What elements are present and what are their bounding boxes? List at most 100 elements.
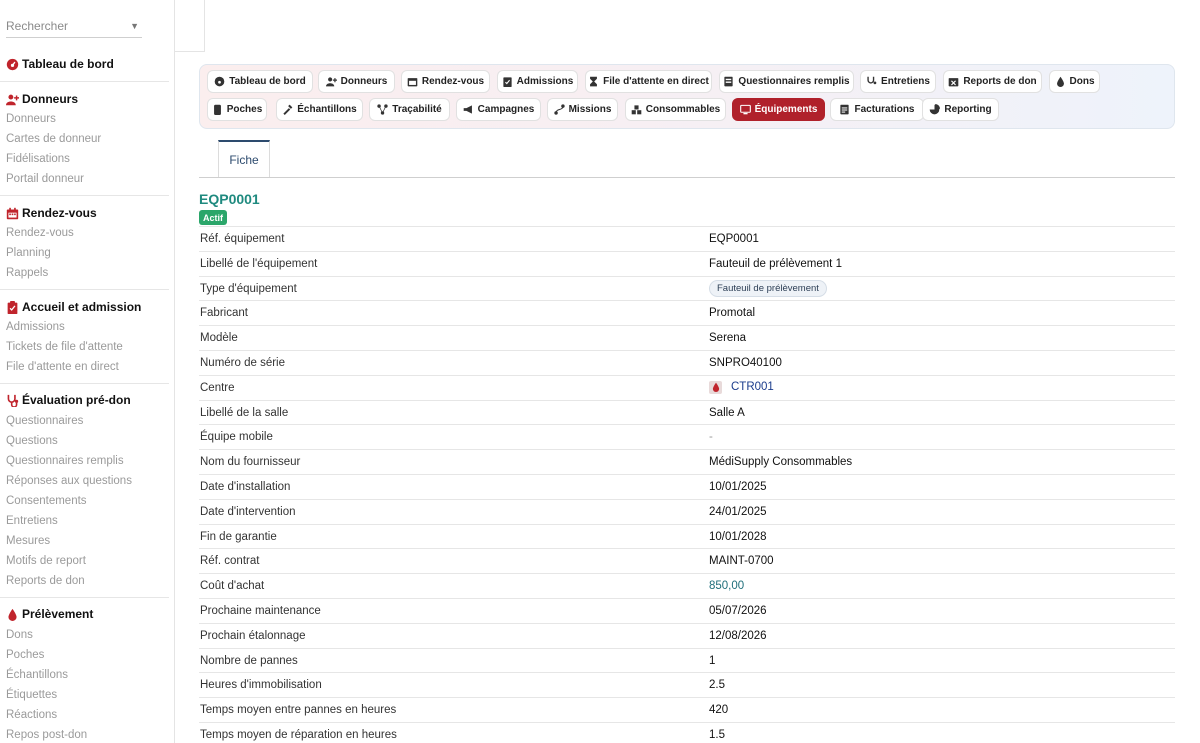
user-plus-icon [325,76,337,87]
stethoscope-icon [6,394,19,407]
sidebar-item[interactable]: Étiquettes [6,689,57,701]
tab-9[interactable]: Poches [207,98,267,121]
megaphone-icon [463,104,474,115]
divider [0,195,169,196]
field-value: 850,00 [709,580,745,593]
field-label: Fin de garantie [200,530,277,543]
sidebar-item[interactable]: Questionnaires remplis [6,455,124,467]
field-value: - [709,431,713,444]
tab-fiche[interactable]: Fiche [218,140,270,178]
drop-icon [6,608,19,621]
calendar-x-icon [948,76,959,87]
sidebar-item[interactable]: Planning [6,247,51,259]
sidebar-item[interactable]: Dons [6,629,33,641]
field-label: Date d'installation [200,481,291,493]
caret-down-icon: ▼ [130,20,139,31]
sidebar-item[interactable]: Cartes de donneur [6,133,101,145]
tab-label: Donneurs [340,76,388,87]
tab-1[interactable]: Donneurs [318,70,395,93]
field-row: Date d'installation 10/01/2025 [199,474,1175,499]
sidebar-item[interactable]: Tickets de file d'attente [6,341,123,353]
field-value: 12/08/2026 [709,629,767,642]
field-label: Modèle [200,332,238,345]
type-chip: Fauteuil de prélèvement [709,279,827,297]
sidebar-item[interactable]: Rendez-vous [6,227,74,239]
boxes-icon [631,104,642,115]
monitor-icon [739,104,751,115]
hourglass-icon [588,76,599,87]
sidebar-item[interactable]: Poches [6,649,44,661]
tab-10[interactable]: Échantillons [276,98,363,121]
tab-17[interactable]: Reporting [922,98,999,121]
tab-5[interactable]: Questionnaires remplis [719,70,854,93]
field-value: SNPRO40100 [709,357,782,369]
field-label: Réf. contrat [200,555,260,568]
form-icon [723,76,734,87]
tab-0[interactable]: Tableau de bord [207,70,313,93]
sidebar-item[interactable]: Réponses aux questions [6,475,132,487]
tab-label: Dons [1069,76,1095,87]
centre-link[interactable]: CTR001 [709,380,774,394]
section-title: Accueil et admission [22,300,142,314]
clipboard-icon [502,76,513,87]
field-value: MAINT-0700 [709,555,774,568]
tab-label: Campagnes [477,104,535,115]
sidebar-toggle-area [175,0,205,52]
field-row: Équipe mobile - [199,424,1175,449]
tab-11[interactable]: Traçabilité [369,98,450,121]
sidebar-item[interactable]: Questions [6,435,58,447]
sidebar-item[interactable]: Consentements [6,495,87,507]
tab-7[interactable]: Reports de don [943,70,1042,93]
tab-16[interactable]: Facturations [830,98,924,121]
tab-label: Consommables [645,104,721,115]
tab-label: Facturations [854,104,915,115]
sidebar: Rechercher ▼ Tableau de bord Donneurs Do… [0,0,175,743]
sidebar-item[interactable]: Échantillons [6,669,68,681]
calendar-icon [407,76,418,87]
sidebar-item[interactable]: Motifs de report [6,555,86,567]
tab-8[interactable]: Dons [1049,70,1100,93]
field-row: Fabricant Promotal [199,300,1175,325]
field-value: Fauteuil de prélèvement 1 [709,257,842,270]
sidebar-item[interactable]: Fidélisations [6,153,70,165]
field-row: Temps moyen de réparation en heures 1.5 [199,722,1175,743]
drop-icon [709,380,722,394]
field-value: 10/01/2025 [709,481,767,493]
field-label: Centre [200,381,235,394]
field-label: Prochain étalonnage [200,629,306,642]
sidebar-dashboard[interactable]: Tableau de bord [6,57,114,71]
sidebar-section-prelevement: Prélèvement [6,607,93,621]
sidebar-item[interactable]: File d'attente en direct [6,361,119,373]
sidebar-item[interactable]: Réactions [6,709,57,721]
tab-4[interactable]: File d'attente en direct [585,70,712,93]
field-row: Nombre de pannes 1 [199,647,1175,673]
tab-6[interactable]: Entretiens [860,70,936,93]
sidebar-item[interactable]: Entretiens [6,515,58,527]
sidebar-item[interactable]: Mesures [6,535,50,547]
stethoscope-icon [866,76,877,87]
record-title: EQP0001 [199,191,260,207]
sidebar-item[interactable]: Repos post-don [6,729,87,741]
field-row: Prochaine maintenance 05/07/2026 [199,598,1175,623]
tab-13[interactable]: Missions [547,98,618,121]
tab-2[interactable]: Rendez-vous [401,70,490,93]
sidebar-item[interactable]: Rappels [6,267,48,279]
search-select[interactable]: Rechercher ▼ [6,14,142,38]
field-row: Fin de garantie 10/01/2028 [199,523,1175,549]
field-value: Salle A [709,406,745,419]
tab-12[interactable]: Campagnes [456,98,541,121]
tab-15[interactable]: Équipements [732,98,825,121]
gauge-icon [214,76,225,87]
sidebar-item[interactable]: Reports de don [6,575,85,587]
sidebar-item[interactable]: Admissions [6,321,65,333]
tab-14[interactable]: Consommables [625,98,726,121]
tab-3[interactable]: Admissions [497,70,578,93]
sidebar-item[interactable]: Donneurs [6,113,56,125]
field-label: Temps moyen entre pannes en heures [200,704,397,717]
field-row: Nom du fournisseur MédiSupply Consommable… [199,449,1175,474]
sidebar-item[interactable]: Portail donneur [6,173,84,185]
field-value: 10/01/2028 [709,530,767,543]
field-label: Type d'équipement [200,282,297,295]
sidebar-item[interactable]: Questionnaires [6,415,83,427]
tab-label: Questionnaires remplis [738,76,850,87]
